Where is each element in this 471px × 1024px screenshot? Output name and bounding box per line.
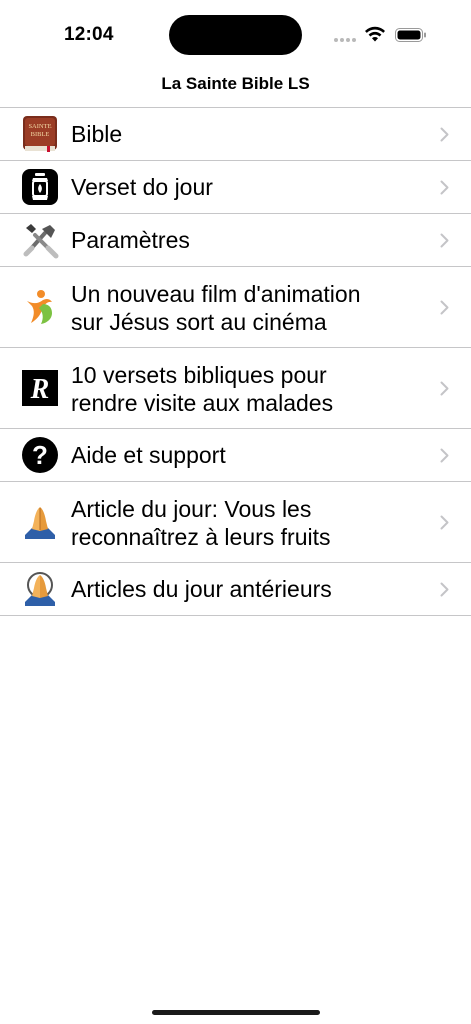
menu-item-verset-du-jour[interactable]: Verset do jour (0, 161, 471, 214)
svg-text:R: R (30, 374, 50, 405)
chevron-right-icon (440, 233, 449, 248)
dynamic-island (169, 15, 302, 55)
chevron-right-icon (440, 515, 449, 530)
svg-text:?: ? (32, 440, 48, 470)
menu-item-label: Bible (71, 121, 123, 147)
menu-item-label: Verset do jour (71, 174, 213, 200)
bible-book-icon: SAINTE BIBLE (23, 116, 57, 152)
menu-item-parametres[interactable]: Paramètres (0, 214, 471, 267)
tools-icon (23, 224, 59, 259)
menu-item-label-line2: reconnaîtrez à leurs fruits (71, 524, 331, 550)
menu-item-label-line1: 10 versets bibliques pour (71, 362, 327, 388)
menu-item-label-line2: rendre visite aux malades (71, 390, 334, 416)
page-title: La Sainte Bible LS (161, 74, 310, 93)
menu-item-bible[interactable]: SAINTE BIBLE Bible (0, 108, 471, 161)
menu-item-label: Un nouveau film d'animation sur Jésus so… (71, 280, 411, 336)
menu-list: SAINTE BIBLE Bible Verset do jour Paramè… (0, 108, 471, 616)
menu-item-label-line2: sur Jésus sort au cinéma (71, 309, 327, 335)
menu-item-film-jesus[interactable]: Un nouveau film d'animation sur Jésus so… (0, 267, 471, 348)
lantern-icon (22, 169, 58, 205)
chevron-right-icon (440, 180, 449, 195)
chevron-right-icon (440, 127, 449, 142)
menu-item-versets-malades[interactable]: R 10 versets bibliques pour rendre visit… (0, 348, 471, 429)
praying-hands-icon (25, 507, 55, 539)
menu-item-article-du-jour[interactable]: Article du jour: Vous les reconnaîtrez à… (0, 482, 471, 563)
chevron-right-icon (440, 381, 449, 396)
menu-item-articles-anterieurs[interactable]: Articles du jour antérieurs (0, 563, 471, 616)
home-indicator[interactable] (152, 1010, 320, 1015)
menu-item-label-line1: Un nouveau film d'animation (71, 281, 361, 307)
status-bar: 12:04 (0, 0, 471, 66)
r-logo-icon: R (22, 370, 58, 406)
wifi-icon (365, 26, 385, 42)
praying-hands-clock-icon (25, 572, 55, 606)
menu-item-label: Article du jour: Vous les reconnaîtrez à… (71, 495, 411, 551)
menu-item-label: 10 versets bibliques pour rendre visite … (71, 361, 411, 417)
battery-icon (395, 28, 426, 42)
menu-item-label: Paramètres (71, 227, 190, 253)
status-time: 12:04 (64, 24, 114, 45)
chevron-right-icon (440, 448, 449, 463)
menu-item-label: Articles du jour antérieurs (71, 576, 332, 602)
svg-text:SAINTE: SAINTE (28, 123, 51, 130)
person-figure-icon (27, 290, 52, 324)
chevron-right-icon (440, 582, 449, 597)
question-mark-icon: ? (22, 437, 58, 473)
chevron-right-icon (440, 300, 449, 315)
menu-item-aide-support[interactable]: ? Aide et support (0, 429, 471, 482)
cellular-signal-icon (334, 38, 358, 44)
menu-item-label-line1: Article du jour: Vous les (71, 496, 312, 522)
menu-item-label: Aide et support (71, 442, 226, 468)
svg-text:BIBLE: BIBLE (31, 131, 50, 138)
